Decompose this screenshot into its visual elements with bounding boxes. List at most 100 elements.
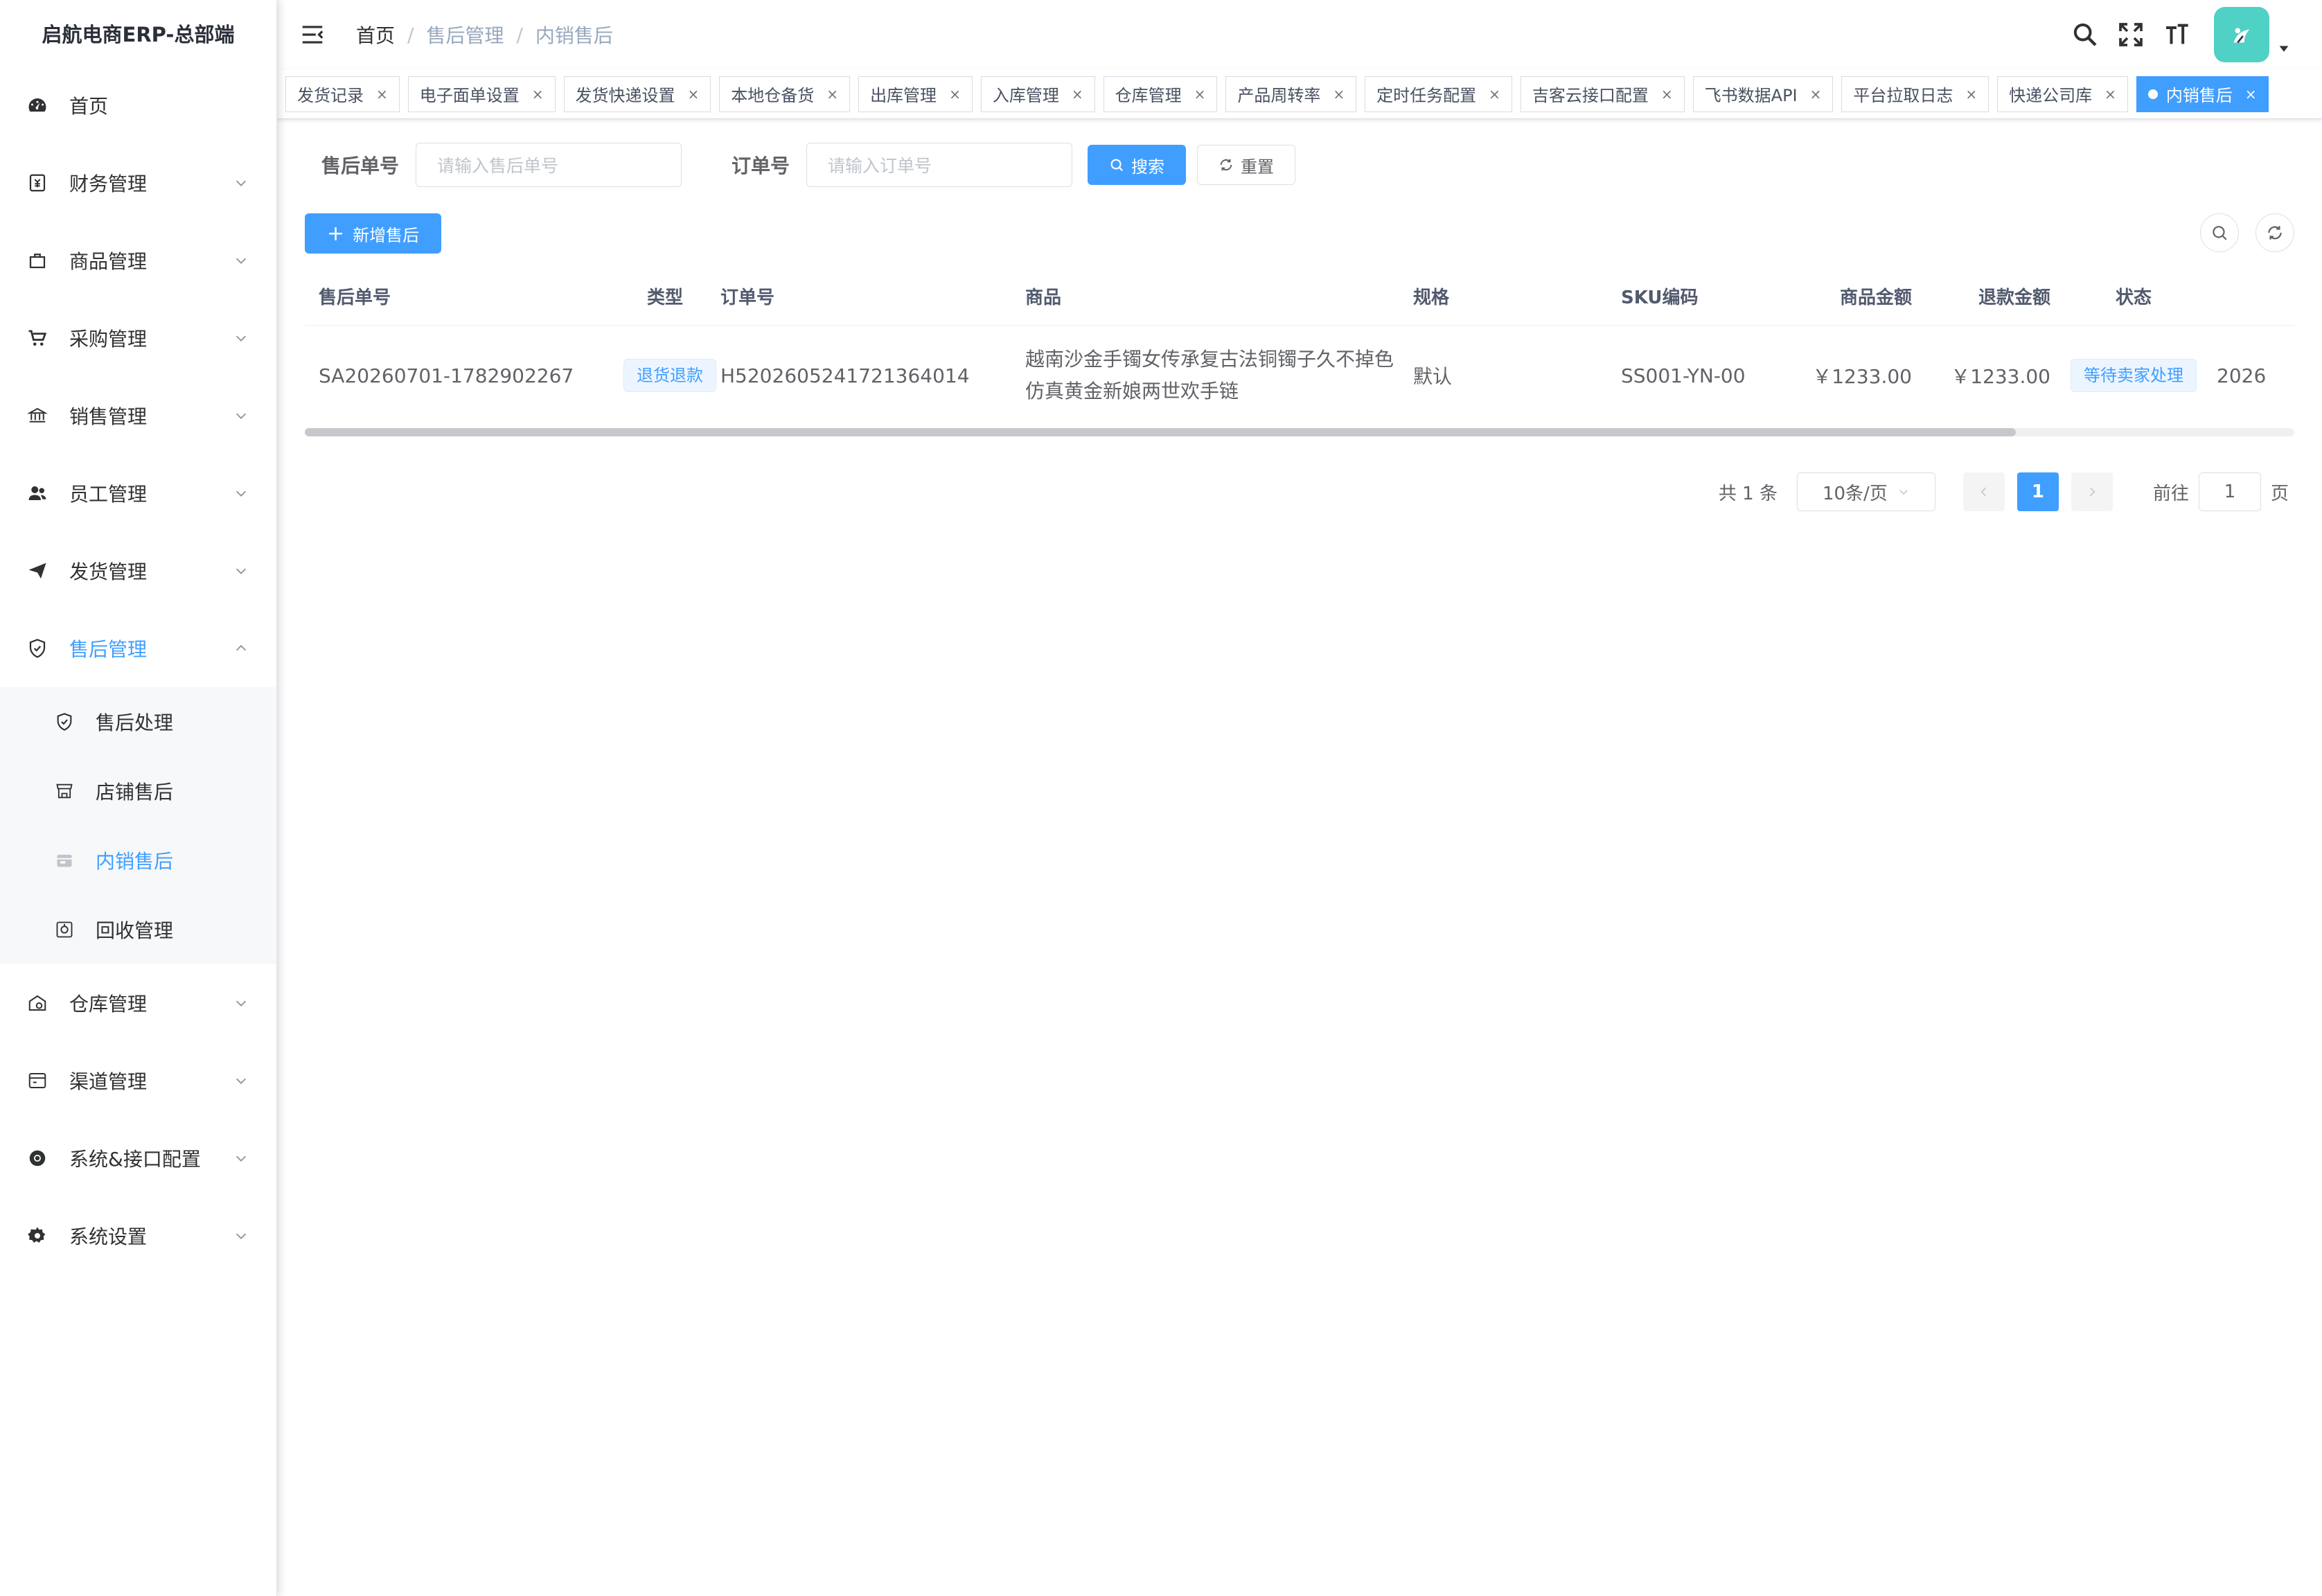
toggle-search-button[interactable] — [2200, 213, 2239, 252]
tag-close-icon[interactable]: × — [1661, 86, 1673, 103]
breadcrumb-home[interactable]: 首页 — [356, 21, 395, 48]
plus-icon: + — [327, 221, 345, 246]
page-size-select[interactable]: 10条/页 — [1796, 472, 1935, 511]
sidebar-subitem-internal-aftersale[interactable]: 内销售后 — [0, 826, 276, 895]
chevron-left-icon — [1980, 487, 1987, 497]
tag-close-icon[interactable]: × — [1489, 86, 1500, 103]
active-dot — [2147, 89, 2158, 99]
search-icon — [2213, 226, 2227, 240]
search-icon[interactable] — [2070, 19, 2100, 50]
tag-close-icon[interactable]: × — [826, 86, 838, 103]
tag-eorder-settings[interactable]: 电子面单设置 × — [407, 76, 556, 112]
pagination-total: 共 1 条 — [1718, 483, 1778, 504]
tag-local-stock[interactable]: 本地仓备货 × — [719, 76, 851, 112]
cell-order-no: H5202605241721364014 — [720, 364, 970, 387]
bank-icon — [26, 405, 48, 427]
tag-cron-config[interactable]: 定时任务配置 × — [1365, 76, 1512, 112]
next-page-button[interactable] — [2071, 472, 2113, 511]
tag-close-icon[interactable]: × — [1194, 86, 1206, 103]
scrollbar-thumb[interactable] — [305, 428, 2016, 436]
sidebar-item-label: 仓库管理 — [69, 993, 148, 1016]
tag-close-icon[interactable]: × — [1333, 86, 1345, 103]
tag-label: 出库管理 — [870, 86, 937, 105]
sidebar-item-aftersale[interactable]: 售后管理 — [0, 610, 276, 687]
sidebar-item-label: 员工管理 — [69, 483, 148, 506]
sidebar-item-purchase[interactable]: 采购管理 — [0, 299, 276, 377]
tag-label: 仓库管理 — [1115, 86, 1182, 105]
order-no-label: 订单号 — [732, 154, 790, 177]
page-number-current[interactable]: 1 — [2017, 472, 2059, 511]
fullscreen-icon[interactable] — [2116, 19, 2146, 50]
breadcrumb-current: 内销售后 — [535, 24, 613, 47]
sidebar-item-shipping[interactable]: 发货管理 — [0, 532, 276, 610]
add-aftersale-button[interactable]: + 新增售后 — [305, 213, 442, 254]
order-no-input[interactable]: 请输入订单号 — [806, 143, 1073, 187]
tag-close-icon[interactable]: × — [2104, 86, 2116, 103]
tag-express-settings[interactable]: 发货快递设置 × — [563, 76, 711, 112]
sidebar-item-system-settings[interactable]: 系统设置 — [0, 1197, 276, 1275]
search-button[interactable]: 搜索 — [1088, 145, 1187, 185]
type-badge: 退货退款 — [623, 359, 716, 392]
table-row[interactable]: SA20260701-1782902267 退货退款 H520260524172… — [305, 326, 2294, 425]
cell-product: 越南沙金手镯女传承复古法铜镯子久不掉色仿真黄金新娘两世欢手链 — [1025, 348, 1394, 402]
chevron-down-icon — [236, 568, 247, 574]
cell-goods-amount: ￥1233.00 — [1812, 365, 1912, 388]
refresh-table-button[interactable] — [2255, 213, 2294, 252]
tag-express-companies[interactable]: 快递公司库 × — [1997, 76, 2128, 112]
tag-pull-logs[interactable]: 平台拉取日志 × — [1841, 76, 1989, 112]
hamburger-icon[interactable] — [299, 21, 326, 48]
tag-close-icon[interactable]: × — [2245, 86, 2257, 103]
tag-jky-config[interactable]: 吉客云接口配置 × — [1520, 76, 1685, 112]
sidebar-item-warehouse[interactable]: 仓库管理 — [0, 964, 276, 1042]
chevron-down-icon — [236, 335, 247, 342]
sidebar-item-staff[interactable]: 员工管理 — [0, 454, 276, 532]
prev-page-button[interactable] — [1962, 472, 2005, 511]
main-content: 售后单号 请输入售后单号 订单号 请输入订单号 搜索 重置 + 新增售后 售后单… — [277, 119, 2322, 1596]
sidebar-subitem-aftersale-process[interactable]: 售后处理 — [0, 687, 276, 756]
tag-close-icon[interactable]: × — [1965, 86, 1977, 103]
shield-icon — [26, 637, 48, 659]
aftersale-no-input[interactable]: 请输入售后单号 — [416, 143, 682, 187]
tag-label: 平台拉取日志 — [1853, 86, 1953, 105]
tag-close-icon[interactable]: × — [1810, 86, 1822, 103]
sidebar-item-goods[interactable]: 商品管理 — [0, 222, 276, 299]
tag-shipping-records[interactable]: 发货记录 × — [285, 76, 400, 112]
reset-button[interactable]: 重置 — [1197, 145, 1296, 185]
tag-feishu-api[interactable]: 飞书数据API × — [1692, 76, 1834, 112]
table-horizontal-scrollbar[interactable] — [305, 428, 2294, 436]
sidebar-item-system-api[interactable]: 系统&接口配置 — [0, 1119, 276, 1197]
sidebar-item-label: 系统&接口配置 — [69, 1148, 201, 1171]
tag-outbound[interactable]: 出库管理 × — [858, 76, 973, 112]
tag-close-icon[interactable]: × — [688, 86, 700, 103]
breadcrumb-aftersale: 售后管理 — [426, 24, 504, 47]
tag-turnover[interactable]: 产品周转率 × — [1225, 76, 1357, 112]
tag-close-icon[interactable]: × — [949, 86, 961, 103]
tag-label: 飞书数据API — [1704, 86, 1798, 105]
pagination: 共 1 条 10条/页 1 前往 1 页 — [1719, 472, 2289, 511]
chevron-down-icon — [236, 180, 247, 186]
sidebar-item-home[interactable]: 首页 — [0, 66, 276, 144]
caret-down-icon[interactable] — [2276, 41, 2292, 56]
tag-close-icon[interactable]: × — [376, 86, 388, 103]
sidebar-subitem-shop-aftersale[interactable]: 店铺售后 — [0, 756, 276, 826]
sidebar-item-channel[interactable]: 渠道管理 — [0, 1042, 276, 1119]
tag-internal-aftersale[interactable]: 内销售后 × — [2136, 76, 2269, 112]
tag-close-icon[interactable]: × — [1072, 86, 1083, 103]
sidebar-subitem-recycle[interactable]: 回收管理 — [0, 895, 276, 964]
tag-warehouse[interactable]: 仓库管理 × — [1103, 76, 1218, 112]
tag-label: 定时任务配置 — [1376, 86, 1477, 105]
sidebar-item-finance[interactable]: 财务管理 — [0, 144, 276, 222]
col-goods-amount: 商品金额 — [1839, 287, 1912, 308]
cell-aftersale-no: SA20260701-1782902267 — [319, 364, 574, 387]
tag-inbound[interactable]: 入库管理 × — [980, 76, 1095, 112]
sidebar-subitem-label: 内销售后 — [96, 850, 174, 873]
goto-page-input[interactable]: 1 — [2198, 472, 2261, 511]
tag-close-icon[interactable]: × — [532, 86, 544, 103]
reset-button-label: 重置 — [1241, 157, 1275, 177]
font-size-icon[interactable] — [2161, 19, 2192, 50]
cell-status: 等待卖家处理 — [2064, 359, 2203, 392]
chevron-down-icon — [236, 1155, 247, 1162]
avatar[interactable] — [2214, 7, 2269, 62]
search-form: 售后单号 请输入售后单号 订单号 请输入订单号 搜索 重置 — [321, 143, 1296, 187]
sidebar-item-sales[interactable]: 销售管理 — [0, 377, 276, 454]
